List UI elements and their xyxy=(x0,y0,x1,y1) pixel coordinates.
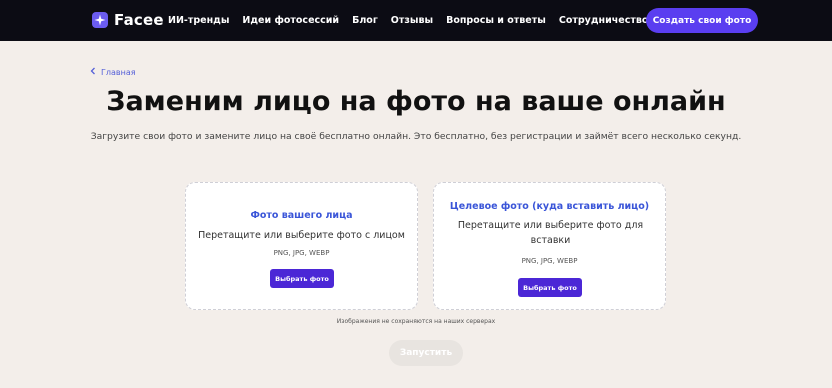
breadcrumb[interactable]: Главная xyxy=(90,67,136,77)
target-photo-description: Перетащите или выберите фото для вставки xyxy=(457,220,644,246)
target-photo-title: Целевое фото (куда вставить лицо) xyxy=(449,201,650,212)
choose-face-photo-button[interactable]: Выбрать фото xyxy=(270,269,334,288)
nav-item-partnership[interactable]: Сотрудничество xyxy=(559,15,649,26)
page-title: Заменим лицо на фото на ваше онлайн xyxy=(106,86,726,117)
run-button[interactable]: Запустить xyxy=(389,340,463,366)
source-face-formats: PNG, JPG, WEBP xyxy=(273,249,330,257)
breadcrumb-home-link[interactable]: Главная xyxy=(101,68,136,77)
source-face-description: Перетащите или выберите фото с лицом xyxy=(198,230,405,241)
nav-item-blog[interactable]: Блог xyxy=(352,15,378,26)
nav-item-reviews[interactable]: Отзывы xyxy=(391,15,433,26)
top-navbar: Facee ИИ-тренды Идеи фотосессий Блог Отз… xyxy=(0,0,832,41)
nav-item-faq[interactable]: Вопросы и ответы xyxy=(446,15,546,26)
privacy-note: Изображения не сохраняются на наших серв… xyxy=(336,318,496,325)
source-face-dropzone[interactable]: Фото вашего лица Перетащите или выберите… xyxy=(185,182,418,310)
main-nav: ИИ-тренды Идеи фотосессий Блог Отзывы Во… xyxy=(168,0,661,41)
nav-item-photoshoot-ideas[interactable]: Идеи фотосессий xyxy=(242,15,339,26)
create-photos-button[interactable]: Создать свои фото xyxy=(646,8,758,33)
brand-logo[interactable]: Facee xyxy=(92,11,164,29)
nav-item-ai-trends[interactable]: ИИ-тренды xyxy=(168,15,229,26)
sparkle-icon xyxy=(92,12,108,28)
choose-target-photo-button[interactable]: Выбрать фото xyxy=(518,278,582,297)
target-photo-formats: PNG, JPG, WEBP xyxy=(521,257,578,265)
target-photo-dropzone[interactable]: Целевое фото (куда вставить лицо) Перета… xyxy=(433,182,666,310)
page-subtitle: Загрузите свои фото и замените лицо на с… xyxy=(90,131,742,142)
chevron-left-icon xyxy=(90,67,96,77)
source-face-title: Фото вашего лица xyxy=(250,210,353,221)
brand-name: Facee xyxy=(114,11,164,29)
